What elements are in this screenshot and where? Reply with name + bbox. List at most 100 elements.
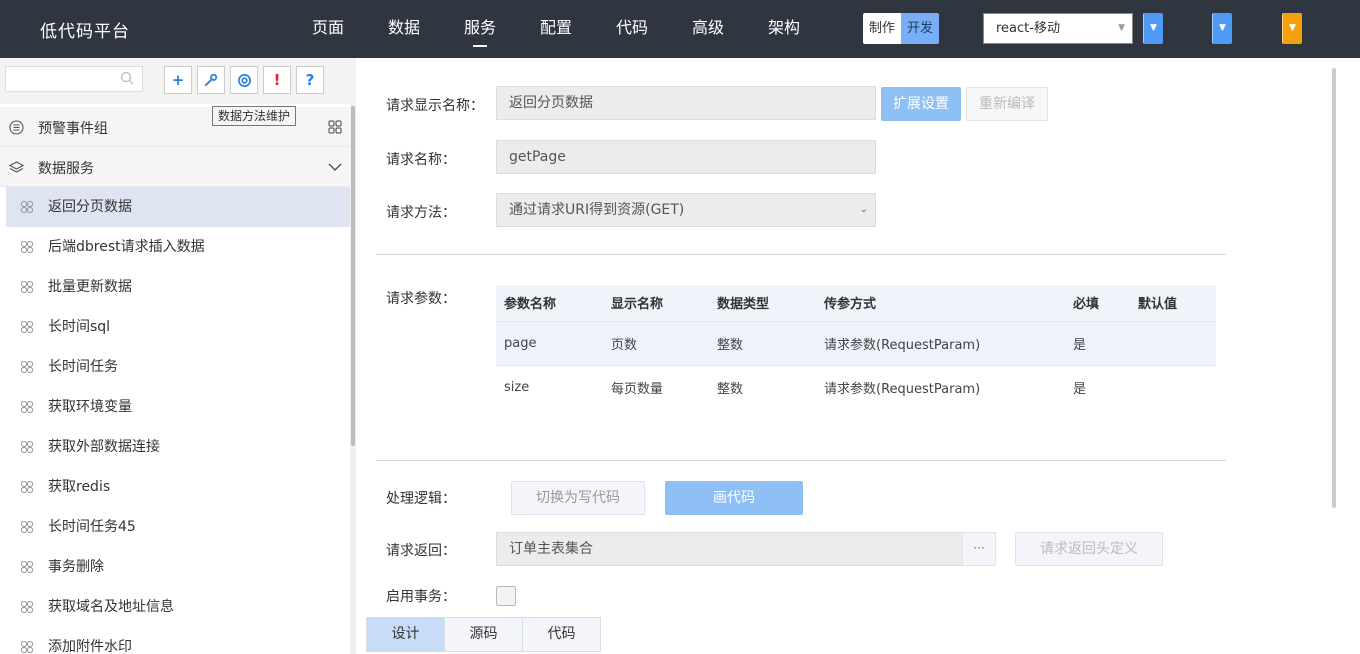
- mode-make-button[interactable]: 制作: [863, 13, 901, 44]
- method-select[interactable]: 通过请求URI得到资源(GET) ⌄: [496, 193, 876, 227]
- node-icon: [20, 320, 34, 334]
- list-item-label: 获取外部数据连接: [48, 439, 160, 455]
- column-header: 数据类型: [709, 285, 816, 322]
- logic-label: 处理逻辑：: [386, 491, 456, 507]
- table-cell: 请求参数(RequestParam): [824, 381, 981, 397]
- mode-dev-button[interactable]: 开发: [901, 13, 939, 44]
- list-item[interactable]: 获取域名及地址信息: [6, 587, 350, 627]
- sidebar: + ! ? 数据方法维护 预警事件组 数据服务 返回分页数据 后端dbrest请…: [0, 58, 356, 654]
- app-title: 低代码平台: [40, 22, 130, 42]
- more-icon[interactable]: ···: [962, 532, 996, 566]
- tab-code[interactable]: 代码: [522, 617, 601, 652]
- extend-settings-button[interactable]: 扩展设置: [881, 87, 961, 121]
- nav-page[interactable]: 页面: [290, 0, 366, 58]
- nav-code[interactable]: 代码: [594, 0, 670, 58]
- params-label: 请求参数：: [386, 291, 456, 307]
- chevron-down-icon: ⌄: [859, 204, 868, 215]
- table-row[interactable]: page 页数 整数 请求参数(RequestParam) 是: [496, 321, 1216, 366]
- nav-advanced[interactable]: 高级: [670, 0, 746, 58]
- node-icon: [20, 480, 34, 494]
- scrollbar-thumb[interactable]: [351, 106, 355, 446]
- table-cell: 是: [1073, 381, 1087, 397]
- name-input[interactable]: getPage: [496, 140, 876, 174]
- bottom-tabs: 设计 源码 代码: [366, 617, 601, 652]
- table-cell: 页数: [603, 321, 709, 366]
- list-item[interactable]: 批量更新数据: [6, 267, 350, 307]
- column-header: 默认值: [1130, 285, 1216, 322]
- node-icon: [20, 200, 34, 214]
- node-icon: [20, 520, 34, 534]
- nav-service[interactable]: 服务: [442, 0, 518, 58]
- draw-code-button[interactable]: 画代码: [665, 481, 803, 515]
- return-header-button[interactable]: 请求返回头定义: [1015, 532, 1163, 566]
- app-select[interactable]: react-移动 ▼: [983, 13, 1133, 44]
- column-header: 参数名称: [496, 285, 603, 322]
- divider: [376, 460, 1226, 461]
- list-item-label: 返回分页数据: [48, 199, 132, 215]
- help-icon[interactable]: ?: [296, 66, 324, 94]
- node-icon: [20, 240, 34, 254]
- app-select-value: react-移动: [996, 21, 1060, 36]
- search-input[interactable]: [5, 66, 143, 92]
- method-label: 请求方法：: [386, 205, 456, 221]
- node-icon: [20, 640, 34, 654]
- list-item[interactable]: 长时间任务45: [6, 507, 350, 547]
- add-icon[interactable]: +: [164, 66, 192, 94]
- display-name-input[interactable]: 返回分页数据: [496, 86, 876, 120]
- table-cell: 整数: [709, 321, 816, 366]
- chevron-down-icon: ▼: [1118, 23, 1125, 33]
- wrench-icon[interactable]: [197, 66, 225, 94]
- list-item-label: 获取redis: [48, 479, 111, 495]
- publish-dropdown-icon[interactable]: ▼: [1282, 13, 1302, 44]
- target-icon[interactable]: [230, 66, 258, 94]
- grid-icon[interactable]: [328, 120, 342, 134]
- return-label: 请求返回：: [386, 543, 456, 559]
- main-scrollbar[interactable]: [1332, 68, 1336, 508]
- list-item[interactable]: 后端dbrest请求插入数据: [6, 227, 350, 267]
- save-dropdown-icon[interactable]: ▼: [1143, 13, 1163, 44]
- service-list: 返回分页数据 后端dbrest请求插入数据 批量更新数据 长时间sql 长时间任…: [6, 187, 350, 654]
- column-header: 显示名称: [603, 285, 709, 322]
- sidebar-scrollbar[interactable]: [350, 104, 356, 654]
- sidebar-toolbar: + ! ?: [0, 58, 356, 104]
- table-cell: 请求参数(RequestParam): [816, 321, 1065, 366]
- list-item[interactable]: 返回分页数据: [6, 187, 350, 227]
- table-cell: [1130, 365, 1216, 409]
- table-header-row: 参数名称 显示名称 数据类型 传参方式 必填 默认值: [496, 285, 1216, 322]
- sidebar-group-label: 预警事件组: [38, 121, 108, 137]
- mode-toggle: 制作 开发: [863, 13, 939, 44]
- switch-to-code-button[interactable]: 切换为写代码: [511, 481, 645, 515]
- transaction-checkbox[interactable]: [496, 586, 516, 606]
- nav-data[interactable]: 数据: [366, 0, 442, 58]
- service-editor: 请求显示名称： 返回分页数据 扩展设置 重新编译 请求名称： getPage 请…: [357, 58, 1360, 654]
- table-cell: 每页数量: [611, 381, 664, 397]
- list-item[interactable]: 长时间任务: [6, 347, 350, 387]
- list-item[interactable]: 获取外部数据连接: [6, 427, 350, 467]
- recompile-button[interactable]: 重新编译: [966, 87, 1048, 121]
- list-item[interactable]: 获取redis: [6, 467, 350, 507]
- tab-design[interactable]: 设计: [366, 617, 445, 652]
- return-input[interactable]: 订单主表集合: [496, 532, 963, 566]
- column-header: 必填: [1065, 285, 1130, 322]
- list-item-label: 获取域名及地址信息: [48, 599, 174, 615]
- list-item-label: 获取环境变量: [48, 399, 132, 415]
- tab-source[interactable]: 源码: [444, 617, 523, 652]
- preview-dropdown-icon[interactable]: ▼: [1212, 13, 1232, 44]
- list-item-label: 事务删除: [48, 559, 104, 575]
- table-row[interactable]: size 每页数量 整数 请求参数(RequestParam) 是: [496, 365, 1216, 409]
- list-item[interactable]: 添加附件水印: [6, 627, 350, 654]
- sidebar-group-alerts[interactable]: 预警事件组: [0, 107, 350, 147]
- node-icon: [20, 560, 34, 574]
- node-icon: [20, 360, 34, 374]
- nav-architecture[interactable]: 架构: [746, 0, 822, 58]
- list-item[interactable]: 获取环境变量: [6, 387, 350, 427]
- nav-config[interactable]: 配置: [518, 0, 594, 58]
- sidebar-group-data-service[interactable]: 数据服务: [0, 147, 350, 187]
- list-item[interactable]: 事务删除: [6, 547, 350, 587]
- alert-icon[interactable]: !: [263, 66, 291, 94]
- tooltip: 数据方法维护: [212, 106, 297, 126]
- method-select-value: 通过请求URI得到资源(GET): [509, 202, 685, 218]
- table-cell: size: [504, 379, 530, 395]
- chevron-down-icon[interactable]: [328, 160, 342, 174]
- list-item[interactable]: 长时间sql: [6, 307, 350, 347]
